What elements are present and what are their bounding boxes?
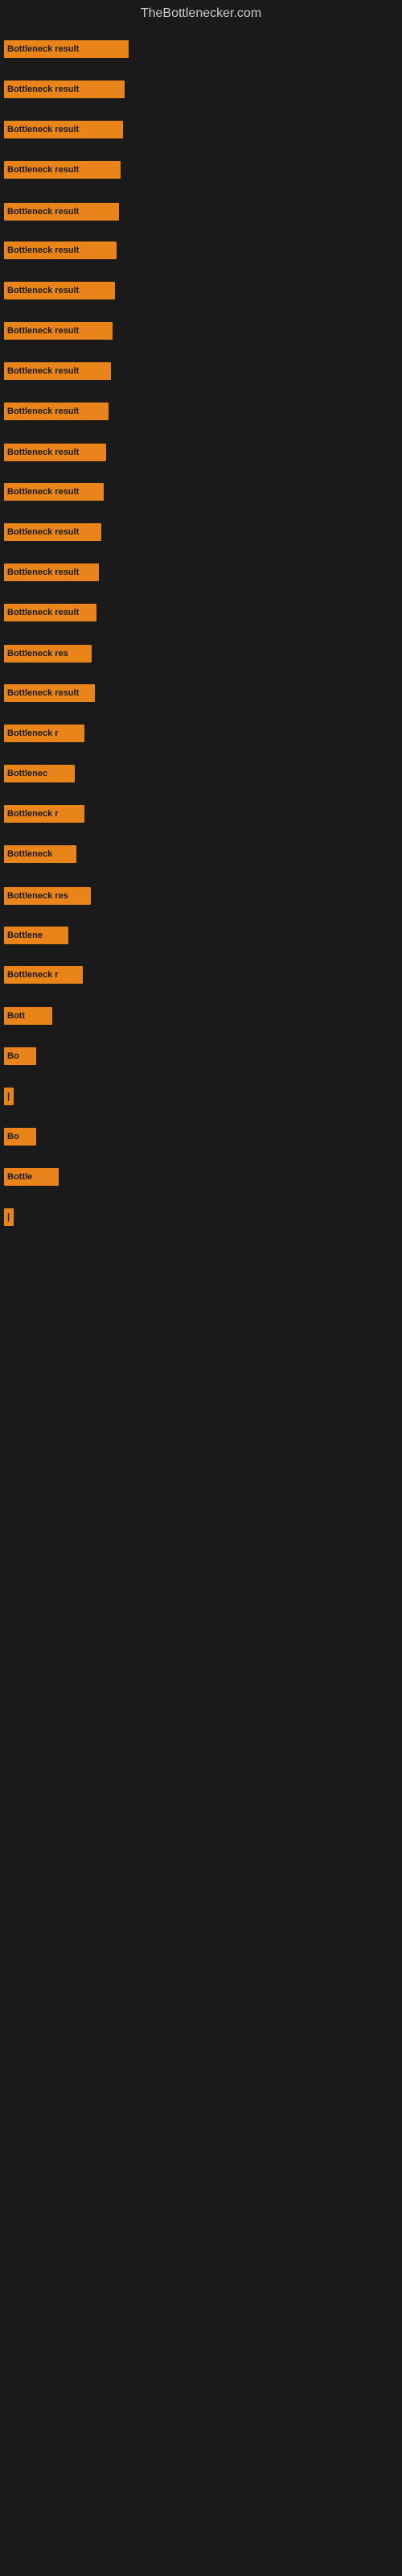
bar-label: Bott (7, 1011, 25, 1021)
bar-row: Bottleneck result (4, 402, 117, 420)
bar-label: Bottleneck result (7, 326, 79, 336)
bar-row: Bottleneck result (4, 80, 133, 98)
bar-row: Bottleneck r (4, 805, 92, 823)
bar-label: Bottle (7, 1172, 32, 1182)
bar-row: Bottleneck result (4, 684, 103, 702)
bar-label: Bottleneck result (7, 568, 79, 577)
bar-label: Bottleneck r (7, 809, 59, 819)
bar: Bottleneck result (4, 242, 117, 259)
bar-row: Bottleneck result (4, 242, 125, 259)
bar-row: Bottleneck result (4, 121, 131, 138)
bar-label: Bottleneck result (7, 527, 79, 537)
bar-row: Bottleneck (4, 845, 84, 863)
bar-label: Bottleneck result (7, 207, 79, 217)
bar-row: Bottleneck result (4, 483, 112, 501)
bar: Bottleneck result (4, 40, 129, 58)
bar: Bottleneck result (4, 322, 113, 340)
bar-row: Bottleneck result (4, 322, 121, 340)
bar: Bottleneck result (4, 444, 106, 461)
bar-label: Bottleneck r (7, 729, 59, 738)
bar-row: Bo (4, 1047, 44, 1065)
bar-label: Bottleneck (7, 849, 52, 859)
bar: Bottleneck result (4, 80, 125, 98)
bar: Bottleneck result (4, 684, 95, 702)
bar-row: Bottleneck result (4, 203, 127, 221)
bar: Bottleneck result (4, 161, 121, 179)
bar: Bottleneck res (4, 645, 92, 663)
bar-row: Bottleneck r (4, 724, 92, 742)
page-container: TheBottlenecker.com Bottleneck resultBot… (0, 0, 402, 2576)
bar-row: | (4, 1208, 22, 1226)
bar-row: Bottleneck result (4, 282, 123, 299)
bar-label: Bottleneck result (7, 487, 79, 497)
bar-row: Bottle (4, 1168, 67, 1186)
bar-row: Bottleneck result (4, 604, 105, 621)
bar: Bottleneck r (4, 724, 84, 742)
bar: Bottleneck r (4, 805, 84, 823)
bar-row: Bottleneck result (4, 444, 114, 461)
bar: Bott (4, 1007, 52, 1025)
bar-label: | (7, 1212, 10, 1222)
bar-label: Bottleneck result (7, 85, 79, 94)
bar-label: Bottleneck result (7, 608, 79, 617)
bar-label: Bottleneck result (7, 366, 79, 376)
bar-label: Bottleneck result (7, 407, 79, 416)
bar: Bottleneck result (4, 203, 119, 221)
bar-label: Bottlene (7, 931, 43, 940)
bar: Bottleneck (4, 845, 76, 863)
bar-label: Bottleneck result (7, 688, 79, 698)
bar-label: Bottleneck r (7, 970, 59, 980)
bar-label: Bottlenec (7, 769, 47, 778)
bar-label: Bottleneck result (7, 125, 79, 134)
bar: Bottleneck res (4, 887, 91, 905)
bar-label: Bo (7, 1132, 19, 1141)
bar: Bottleneck result (4, 523, 101, 541)
bar-row: Bottleneck result (4, 161, 129, 179)
bar-label: | (7, 1092, 10, 1101)
bar: Bottleneck r (4, 966, 83, 984)
bar: Bo (4, 1128, 36, 1146)
bar: Bottleneck result (4, 402, 109, 420)
bar: Bottleneck result (4, 282, 115, 299)
bar-row: Bott (4, 1007, 60, 1025)
bar: Bottle (4, 1168, 59, 1186)
bar-row: Bottleneck result (4, 362, 119, 380)
bar-label: Bo (7, 1051, 19, 1061)
bar-row: Bottleneck r (4, 966, 91, 984)
bar-label: Bottleneck res (7, 649, 68, 658)
bar-row: Bo (4, 1128, 44, 1146)
bar-row: Bottleneck result (4, 40, 137, 58)
bar: Bo (4, 1047, 36, 1065)
bar-row: Bottleneck result (4, 564, 107, 581)
bar-row: Bottleneck res (4, 887, 99, 905)
bar: | (4, 1088, 14, 1105)
bar-row: Bottlenec (4, 765, 83, 782)
bar: Bottlene (4, 927, 68, 944)
bar-label: Bottleneck result (7, 44, 79, 54)
bar: Bottleneck result (4, 604, 96, 621)
bar-label: Bottleneck res (7, 891, 68, 901)
bar-row: | (4, 1088, 22, 1105)
bar: Bottleneck result (4, 483, 104, 501)
bar-label: Bottleneck result (7, 448, 79, 457)
site-title: TheBottlenecker.com (0, 0, 402, 24)
bar-row: Bottlene (4, 927, 76, 944)
bar-label: Bottleneck result (7, 286, 79, 295)
bar: Bottleneck result (4, 362, 111, 380)
bar: | (4, 1208, 14, 1226)
bar-row: Bottleneck res (4, 645, 100, 663)
bar-label: Bottleneck result (7, 246, 79, 255)
bar-row: Bottleneck result (4, 523, 109, 541)
bar-label: Bottleneck result (7, 165, 79, 175)
bar: Bottleneck result (4, 121, 123, 138)
bar: Bottlenec (4, 765, 75, 782)
bar: Bottleneck result (4, 564, 99, 581)
chart-area: Bottleneck result Bottleneck result Bottle… (0, 24, 402, 2568)
